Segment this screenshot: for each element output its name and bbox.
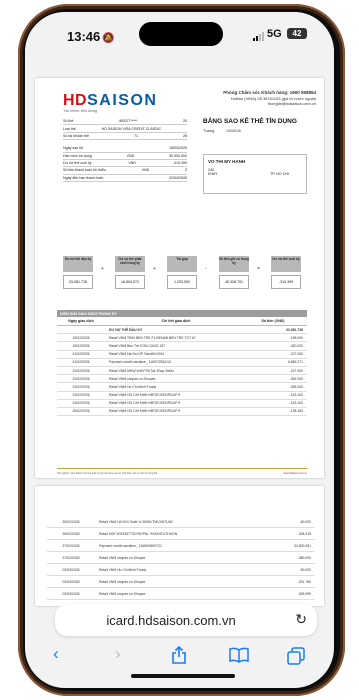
table-row: 21/02/2026 Payment credit narrative_ 1169… — [57, 359, 307, 367]
table-row: 22/02/2026 Retail VNM MHW WHV*TikTok Shop… — [57, 367, 307, 376]
url-text[interactable]: icard.hdsaison.com.vn — [55, 613, 287, 628]
summary-box: Dư nợ thẻ cuối kỳ -319.399 — [271, 256, 301, 289]
tabs-icon[interactable] — [287, 647, 305, 670]
address-bar[interactable]: icard.hdsaison.com.vn ↻ — [55, 604, 317, 636]
table-row: 15/02/2026 Retail VNM TINH BEN TRE PL BEN… — [57, 334, 307, 343]
statement-page-1[interactable]: HDSAISON Tài chính tiêu dùng Phòng Chăm … — [35, 78, 324, 478]
forward-icon[interactable]: › — [115, 644, 121, 664]
table-row: 22/02/2026 Retail VNM shopee.vn Shopee -36… — [57, 375, 307, 384]
status-bar: 13:46 🔕 5G 42 — [25, 12, 334, 64]
customer-address: VO THI MY HANH 240 KINH TP HO CHI — [203, 154, 307, 194]
screen: 13:46 🔕 5G 42 HDSAISON Tài chính tiêu dùn… — [25, 12, 334, 688]
signal-icon — [253, 32, 264, 41]
statement-date: Tháng 03/2026 — [203, 128, 241, 133]
footer-note: Trải nghiệm: Quý khách vui lòng kiểm tra… — [57, 472, 307, 475]
contact-info: Phòng Chăm sóc Khách hàng: 1900 558854 H… — [223, 90, 316, 106]
home-indicator[interactable] — [131, 674, 235, 678]
hdsaison-logo: HDSAISON Tài chính tiêu dùng — [63, 92, 158, 113]
status-time: 13:46 🔕 — [67, 29, 115, 44]
table-row: 03/03/2026 Retail VNM shopee.vn Shopee -35… — [47, 588, 315, 600]
summary-box: Trả góp 1.233.000 — [167, 256, 197, 289]
table-row: DƯ NỢ THẺ ĐẦU KỲ 33.081.728 — [57, 326, 307, 335]
info-row: Số tiền thanh toán tối thiểu VND 0 — [63, 167, 187, 175]
info-row: Hạn mức tín dụng VND 30.000.000 — [63, 153, 187, 160]
info-row: Số tài khoản thẻ 71 28 — [63, 133, 187, 141]
account-info: Số thẻ 400377***** 20 Loại thẻ HD SAISON VI… — [63, 118, 187, 182]
table-row: 15/02/2026 Retail VNM Ben Tre CON CUNG 15… — [57, 342, 307, 351]
info-row: Ngày sao kê 18/03/2026 — [63, 145, 187, 153]
table-row: 27/02/2026 Payment credit narrative_ 1165… — [47, 540, 315, 552]
statement-title: BẢNG SAO KÊ THẺ TÍN DỤNG — [203, 118, 297, 125]
table-row: 25/02/2026 Retail VNM HA NOI Grab* A-9008… — [47, 516, 315, 528]
statement-page-2[interactable]: 25/02/2026 Retail VNM HA NOI Grab* A-9008… — [35, 486, 324, 606]
info-row: Số thẻ 400377***** 20 — [63, 118, 187, 126]
table-row: 23/02/2026 Retail VNM HO CHI MINH MPGS BE… — [57, 392, 307, 400]
transactions-table-continued: 25/02/2026 Retail VNM HA NOI Grab* A-9008… — [47, 516, 315, 600]
summary-box: Dư nợ thẻ phát sinh trong kỳ 16.894.072 — [115, 256, 145, 289]
summary-box: Dư nợ thẻ đầu kỳ 33.081.728 — [63, 256, 93, 289]
back-icon[interactable]: ‹ — [53, 644, 59, 664]
transactions-table: DIỄN GIẢI GIAO DỊCH TRONG KỲ Ngày giao d… — [57, 310, 307, 417]
table-row: 24/02/2026 Retail VNM HO CHI MINH MPGS BE… — [57, 400, 307, 408]
info-row: Ngày đến hạn thanh toán 02/04/2026 — [63, 175, 187, 182]
table-row: 23/02/2026 Retail VNM Ho Chi Minh Foody -3… — [57, 383, 307, 392]
share-icon[interactable] — [171, 645, 187, 669]
reload-icon[interactable]: ↻ — [295, 611, 307, 628]
info-row: Loại thẻ HD SAISON VISA CREDIT CLASSIC — [63, 125, 187, 133]
table-row: 25/02/2026 Retail VNM HO CHI MINH MPGS BE… — [57, 408, 307, 417]
footer-rule — [57, 468, 307, 469]
table-row: 21/02/2026 Retail VNM Ha Noi GP SaintMi 0… — [57, 351, 307, 359]
silent-bell-icon: 🔕 — [102, 33, 115, 44]
table-row: 03/03/2026 Retail VNM Ho Chi Minh Foody -9… — [47, 564, 315, 576]
battery-icon: 42 — [287, 28, 307, 39]
table-row: 25/02/2026 Retail SGP 4029357733 PAYPAL *… — [47, 528, 315, 540]
summary-box: Số tiền ghi có trong kỳ 45.328.791 — [219, 256, 249, 289]
info-row: Dư nợ thẻ cuối kỳ VND -319.399 — [63, 160, 187, 168]
table-row: 03/03/2026 Retail VNM shopee.vn Shopee -29… — [47, 576, 315, 588]
table-row: 27/02/2026 Retail VNM shopee.vn Shopee -38… — [47, 552, 315, 564]
balance-summary: Dư nợ thẻ đầu kỳ 33.081.728 + Dư nợ thẻ p… — [63, 256, 307, 300]
bookmarks-icon[interactable] — [229, 647, 249, 668]
network-type: 5G — [267, 28, 282, 40]
dynamic-island — [139, 22, 223, 46]
